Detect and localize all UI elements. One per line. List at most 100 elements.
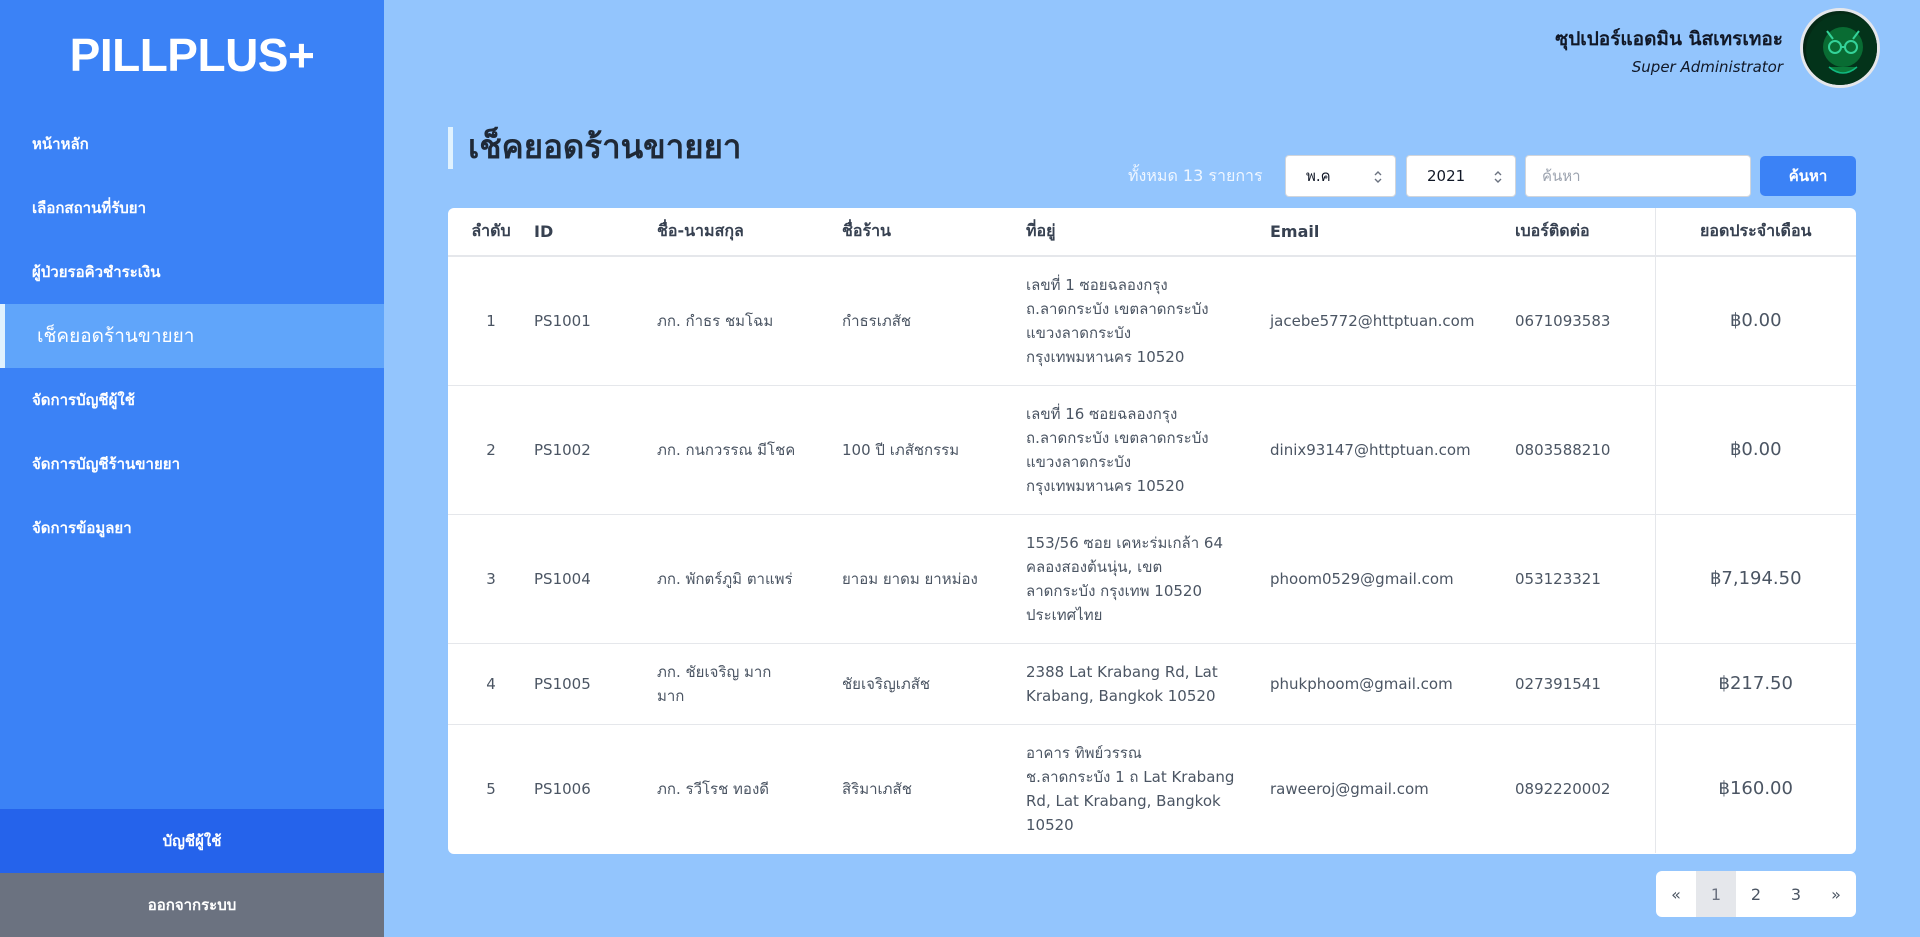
column-header-email: Email bbox=[1270, 208, 1515, 257]
cell-phone: 0803588210 bbox=[1515, 385, 1655, 515]
cell-monthly-total: ฿7,194.50 bbox=[1654, 514, 1856, 644]
cell-id: PS1002 bbox=[534, 385, 657, 515]
address-line: กรุงเทพมหานคร 10520 bbox=[1026, 476, 1185, 495]
cell-phone: 0892220002 bbox=[1515, 779, 1611, 798]
address-line: อาคาร ทิพย์วรรณ bbox=[1026, 743, 1142, 762]
cell-shop: ชัยเจริญเภสัช bbox=[842, 643, 1026, 725]
sidebar-item-manage-pharmacies[interactable]: จัดการบัญชีร้านขายยา bbox=[0, 432, 384, 496]
user-info: ซุปเปอร์แอดมิน นิสเทรเทอะ Super Administ… bbox=[1555, 24, 1783, 76]
cell-id: PS1001 bbox=[534, 256, 657, 386]
name-line: ภก. ชัยเจริญ มาก bbox=[657, 662, 772, 681]
address-line: คลองสองต้นนุ่น, เขต bbox=[1026, 557, 1163, 576]
pagination-page-1[interactable]: 1 bbox=[1696, 871, 1736, 917]
address-line: 2388 Lat Krabang Rd, Lat bbox=[1026, 662, 1218, 681]
cell-address: 153/56 ซอย เคหะร่มเกล้า 64 คลองสองต้นนุ่… bbox=[1026, 514, 1270, 644]
year-select-value: 2021 bbox=[1427, 167, 1466, 185]
cell-phone: 053123321 bbox=[1515, 514, 1655, 644]
table-header-row: ลำดับ ID ชื่อ-นามสกุล ชื่อร้าน ที่อยู่ E… bbox=[448, 208, 1856, 257]
pagination: « 1 2 3 » bbox=[1656, 871, 1856, 917]
column-header-address: ที่อยู่ bbox=[1026, 208, 1270, 257]
cell-email: raweeroj@gmail.com bbox=[1270, 779, 1429, 798]
column-header-name: ชื่อ-นามสกุล bbox=[657, 208, 842, 257]
cell-name: ภก. รวีโรช ทองดี bbox=[657, 779, 770, 798]
cell-email: phukphoom@gmail.com bbox=[1270, 643, 1515, 725]
cell-no: 1 bbox=[448, 256, 534, 386]
address-line: เลขที่ 1 ซอยฉลองกรุง bbox=[1026, 275, 1168, 294]
avatar[interactable] bbox=[1800, 8, 1880, 88]
cell-no: 3 bbox=[448, 514, 534, 644]
account-button[interactable]: บัญชีผู้ใช้ bbox=[0, 809, 384, 873]
cell-shop: สิริมาเภสัช bbox=[842, 779, 912, 798]
address-line: Rd, Lat Krabang, Bangkok bbox=[1026, 791, 1221, 810]
month-select-value: พ.ค bbox=[1306, 167, 1331, 185]
total-count-label: ทั้งหมด 13 รายการ bbox=[1128, 166, 1263, 185]
address-line: ลาดกระบัง กรุงเทพ 10520 bbox=[1026, 581, 1203, 600]
pagination-prev-button[interactable]: « bbox=[1656, 871, 1696, 917]
year-select[interactable]: 2021 bbox=[1406, 155, 1516, 197]
sidebar-item-manage-users[interactable]: จัดการบัญชีผู้ใช้ bbox=[0, 368, 384, 432]
address-line: Krabang, Bangkok 10520 bbox=[1026, 686, 1216, 705]
cell-name: ภก. ชัยเจริญ มาก มาก bbox=[657, 643, 842, 725]
sidebar-nav: หน้าหลัก เลือกสถานที่รับยา ผู้ป่วยรอคิวช… bbox=[0, 112, 384, 560]
avatar-image-icon bbox=[1806, 14, 1877, 85]
column-header-monthly-total: ยอดประจำเดือน bbox=[1654, 208, 1856, 257]
column-header-no: ลำดับ bbox=[448, 208, 534, 257]
cell-no: 2 bbox=[448, 385, 534, 515]
cell-id: PS1004 bbox=[534, 514, 657, 644]
cell-monthly-total: ฿217.50 bbox=[1654, 643, 1856, 725]
table-row[interactable]: 3 PS1004 ภก. พักตร์ภูมิ ตาแพร่ ยาอม ยาดม… bbox=[448, 514, 1856, 644]
table-row[interactable]: 5 PS1006 ภก. รวีโรช ทองดี สิริมาเภสัช อา… bbox=[448, 724, 1856, 853]
address-line: ช.ลาดกระบัง 1 ถ Lat Krabang bbox=[1026, 767, 1235, 786]
cell-id: PS1006 bbox=[534, 779, 591, 798]
up-down-chevron-icon bbox=[1494, 171, 1502, 183]
name-line: มาก bbox=[657, 686, 685, 705]
app-logo: PILLPLUS+ bbox=[69, 29, 315, 81]
column-header-id: ID bbox=[534, 208, 657, 257]
pagination-next-button[interactable]: » bbox=[1816, 871, 1856, 917]
cell-no: 5 bbox=[486, 779, 496, 798]
search-button[interactable]: ค้นหา bbox=[1760, 156, 1856, 196]
address-line: 153/56 ซอย เคหะร่มเกล้า 64 bbox=[1026, 533, 1224, 552]
table-row[interactable]: 2 PS1002 ภก. กนกวรรณ มีโชค 100 ปี เภสัชก… bbox=[448, 385, 1856, 515]
address-line: ถ.ลาดกระบัง เขตลาดกระบัง bbox=[1026, 428, 1209, 447]
column-header-phone: เบอร์ติดต่อ bbox=[1515, 208, 1655, 257]
table-row[interactable]: 4 PS1005 ภก. ชัยเจริญ มาก มาก ชัยเจริญเภ… bbox=[448, 643, 1856, 725]
cell-phone: 027391541 bbox=[1515, 643, 1655, 725]
month-select[interactable]: พ.ค bbox=[1285, 155, 1396, 197]
cell-email: dinix93147@httptuan.com bbox=[1270, 385, 1515, 515]
user-role: Super Administrator bbox=[1631, 58, 1783, 76]
address-line: แขวงลาดกระบัง bbox=[1026, 323, 1132, 342]
address-line: แขวงลาดกระบัง bbox=[1026, 452, 1132, 471]
search-input[interactable] bbox=[1525, 155, 1751, 197]
cell-monthly-total: ฿160.00 bbox=[1654, 724, 1856, 853]
sidebar-item-select-pickup[interactable]: เลือกสถานที่รับยา bbox=[0, 176, 384, 240]
logout-button[interactable]: ออกจากระบบ bbox=[0, 873, 384, 937]
sidebar: PILLPLUS+ หน้าหลัก เลือกสถานที่รับยา ผู้… bbox=[0, 0, 384, 937]
cell-shop: 100 ปี เภสัชกรรม bbox=[842, 385, 1026, 515]
pagination-page-3[interactable]: 3 bbox=[1776, 871, 1816, 917]
column-header-shop: ชื่อร้าน bbox=[842, 208, 1026, 257]
cell-email: jacebe5772@httptuan.com bbox=[1270, 256, 1515, 386]
cell-shop: ยาอม ยาดม ยาหม่อง bbox=[842, 514, 1026, 644]
cell-monthly-total: ฿0.00 bbox=[1654, 256, 1856, 386]
table-row[interactable]: 1 PS1001 ภก. กำธร ชมโฉม กำธรเภสัช เลขที่… bbox=[448, 256, 1856, 386]
cell-address: เลขที่ 16 ซอยฉลองกรุง ถ.ลาดกระบัง เขตลาด… bbox=[1026, 385, 1270, 515]
cell-monthly-total: ฿0.00 bbox=[1654, 385, 1856, 515]
sidebar-item-home[interactable]: หน้าหลัก bbox=[0, 112, 384, 176]
cell-phone: 0671093583 bbox=[1515, 256, 1655, 386]
cell-name: ภก. กนกวรรณ มีโชค bbox=[657, 385, 842, 515]
up-down-chevron-icon bbox=[1374, 171, 1382, 183]
cell-no: 4 bbox=[448, 643, 534, 725]
address-line: 10520 bbox=[1026, 815, 1074, 834]
sidebar-item-pharmacy-balance[interactable]: เช็คยอดร้านขายยา bbox=[0, 304, 384, 368]
cell-name: ภก. กำธร ชมโฉม bbox=[657, 256, 842, 386]
user-name: ซุปเปอร์แอดมิน นิสเทรเทอะ bbox=[1555, 28, 1783, 50]
address-line: เลขที่ 16 ซอยฉลองกรุง bbox=[1026, 404, 1178, 423]
pagination-page-2[interactable]: 2 bbox=[1736, 871, 1776, 917]
sidebar-item-manage-drugs[interactable]: จัดการข้อมูลยา bbox=[0, 496, 384, 560]
page-title: เช็คยอดร้านขายยา bbox=[448, 127, 741, 169]
sidebar-item-payment-queue[interactable]: ผู้ป่วยรอคิวชำระเงิน bbox=[0, 240, 384, 304]
address-line: ประเทศไทย bbox=[1026, 605, 1103, 624]
cell-shop: กำธรเภสัช bbox=[842, 256, 1026, 386]
address-line: กรุงเทพมหานคร 10520 bbox=[1026, 347, 1185, 366]
